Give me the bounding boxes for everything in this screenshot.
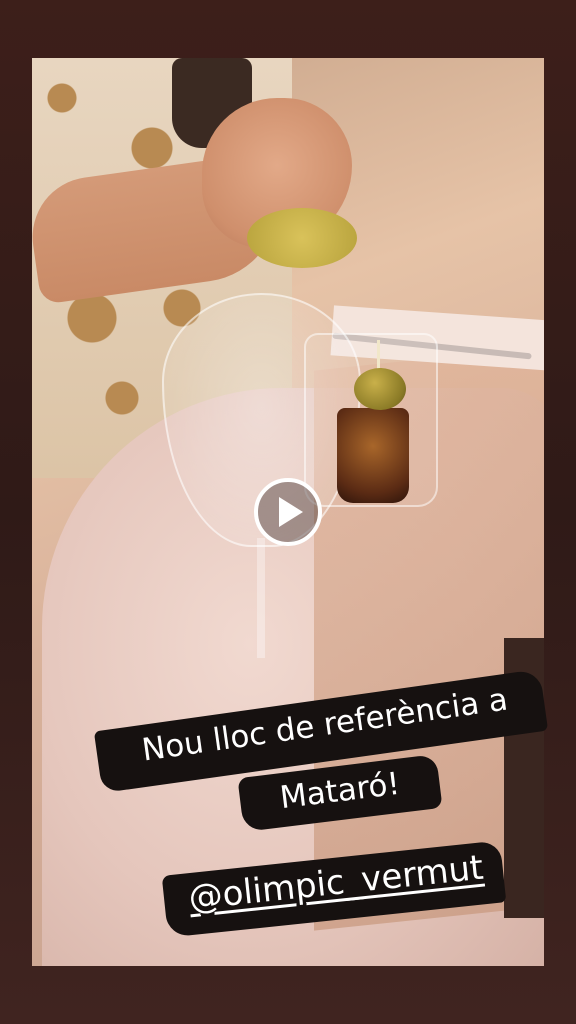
- vermouth-liquid: [337, 408, 409, 503]
- olive: [354, 368, 406, 410]
- play-button[interactable]: [254, 478, 322, 546]
- story-frame: Nou lloc de referència a Mataró! @olimpi…: [0, 0, 576, 1024]
- lemon: [247, 208, 357, 268]
- wine-glass-stem: [257, 538, 265, 658]
- play-icon: [279, 497, 303, 527]
